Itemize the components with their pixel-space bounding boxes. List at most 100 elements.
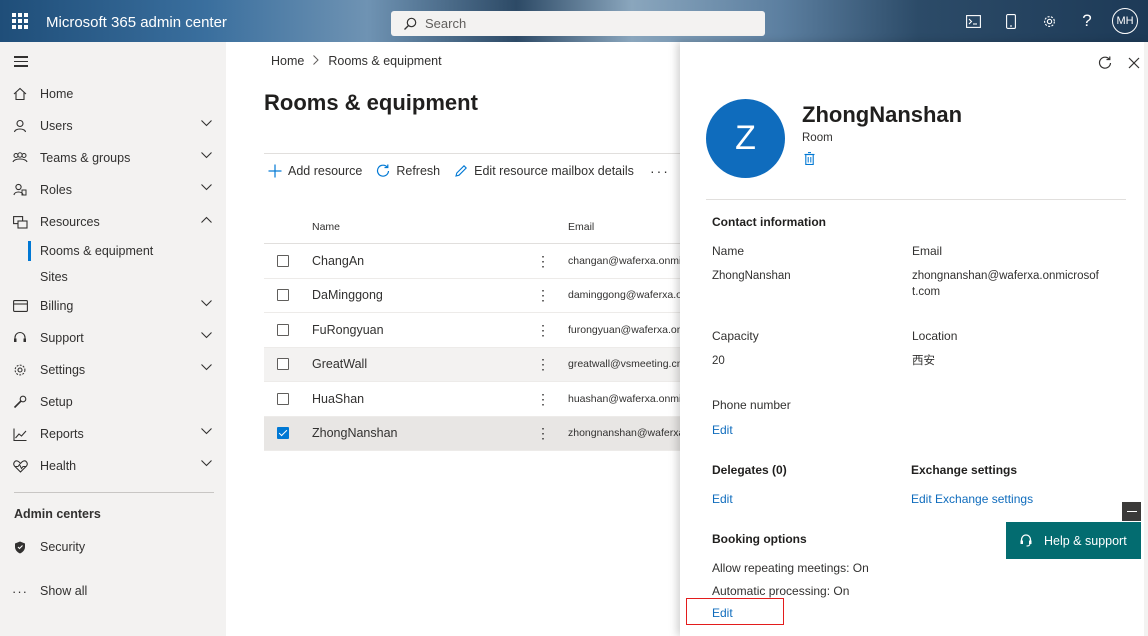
help-support-button[interactable]: Help & support — [1006, 522, 1141, 559]
table-row[interactable]: HuaShan ⋮ huashan@waferxa.onmicrosoft.com — [264, 382, 684, 417]
sidebar-item-label: Resources — [40, 215, 100, 229]
user-avatar[interactable]: MH — [1112, 8, 1138, 34]
sidebar-item-home[interactable]: Home — [0, 78, 226, 110]
sidebar-item-users[interactable]: Users — [0, 110, 226, 142]
section-divider — [706, 199, 1126, 200]
search-box[interactable] — [391, 11, 765, 36]
row-name[interactable]: ZhongNanshan — [312, 426, 397, 440]
edit-resource-button[interactable]: Edit resource mailbox details — [454, 164, 634, 178]
top-bar: Microsoft 365 admin center ? MH — [0, 0, 1148, 42]
add-resource-label: Add resource — [288, 164, 363, 178]
row-email: zhongnanshan@waferxa.onmicrosoft.com — [568, 427, 680, 440]
sidebar-item-settings[interactable]: Settings — [0, 354, 226, 386]
close-icon[interactable] — [1128, 57, 1140, 69]
sidebar-item-label: Teams & groups — [40, 151, 131, 165]
sidebar-item-resources[interactable]: Resources — [0, 206, 226, 238]
delegates-edit-link[interactable]: Edit — [712, 492, 733, 506]
search-input[interactable] — [425, 16, 725, 31]
trash-icon[interactable] — [804, 152, 815, 168]
row-name[interactable]: HuaShan — [312, 392, 364, 406]
row-more-icon[interactable]: ⋮ — [536, 323, 550, 337]
row-checkbox[interactable] — [277, 427, 289, 440]
mobile-icon[interactable] — [992, 0, 1030, 42]
sidebar-item-label: Health — [40, 459, 77, 473]
row-name[interactable]: ChangAn — [312, 254, 364, 268]
refresh-icon[interactable] — [1098, 56, 1112, 70]
gear-icon[interactable] — [1030, 0, 1068, 42]
row-checkbox[interactable] — [277, 254, 289, 267]
help-support-label: Help & support — [1044, 533, 1127, 548]
breadcrumb-home[interactable]: Home — [271, 54, 304, 68]
sidebar: Home Users Teams & groups Roles Resource… — [0, 42, 226, 636]
row-email: huashan@waferxa.onmicrosoft.com — [568, 392, 680, 405]
row-more-icon[interactable]: ⋮ — [536, 357, 550, 371]
table-row[interactable]: ZhongNanshan ⋮ zhongnanshan@waferxa.onmicr… — [264, 416, 684, 451]
sidebar-item-billing[interactable]: Billing — [0, 290, 226, 322]
more-options-button[interactable]: ··· — [650, 163, 670, 179]
capacity-label: Capacity — [712, 329, 759, 343]
sidebar-item-label: Users — [40, 119, 73, 133]
breadcrumb: Home Rooms & equipment — [271, 54, 442, 68]
column-header-email[interactable]: Email — [568, 221, 594, 233]
row-checkbox[interactable] — [277, 392, 289, 405]
capacity-value: 20 — [712, 355, 725, 367]
refresh-label: Refresh — [396, 164, 441, 178]
sidebar-item-rooms-equipment[interactable]: Rooms & equipment — [0, 238, 226, 264]
resource-avatar: Z — [706, 99, 785, 178]
row-checkbox[interactable] — [277, 289, 289, 302]
location-label: Location — [912, 329, 958, 343]
table-header: Name Email — [264, 210, 684, 244]
panel-scrollbar[interactable] — [1144, 42, 1148, 636]
sidebar-item-setup[interactable]: Setup — [0, 386, 226, 418]
sidebar-item-show-all[interactable]: ··· Show all — [0, 575, 226, 607]
help-icon[interactable]: ? — [1068, 0, 1106, 42]
row-more-icon[interactable]: ⋮ — [536, 426, 550, 440]
home-icon — [0, 87, 40, 101]
sidebar-item-support[interactable]: Support — [0, 322, 226, 354]
row-more-icon[interactable]: ⋮ — [536, 392, 550, 406]
row-more-icon[interactable]: ⋮ — [536, 288, 550, 302]
sidebar-item-sites[interactable]: Sites — [0, 264, 226, 290]
row-name[interactable]: GreatWall — [312, 357, 367, 371]
health-icon — [0, 459, 40, 473]
app-title[interactable]: Microsoft 365 admin center — [46, 14, 227, 31]
command-bar: Add resource Refresh Edit resource mailb… — [268, 163, 684, 179]
row-more-icon[interactable]: ⋮ — [536, 254, 550, 268]
add-resource-button[interactable]: Add resource — [268, 164, 362, 178]
row-name[interactable]: DaMinggong — [312, 288, 383, 302]
table-row[interactable]: DaMinggong ⋮ daminggong@waferxa.onmicrosof… — [264, 279, 684, 313]
sidebar-item-label: Security — [40, 540, 86, 554]
app-launcher-icon[interactable] — [12, 13, 28, 29]
billing-icon — [0, 300, 40, 312]
sidebar-item-reports[interactable]: Reports — [0, 418, 226, 450]
table-row[interactable]: ChangAn ⋮ changan@waferxa.onmicrosoft.com — [264, 244, 684, 279]
toolbar-divider — [264, 153, 684, 154]
edit-exchange-settings-link[interactable]: Edit Exchange settings — [911, 492, 1033, 506]
sidebar-item-label: Setup — [40, 395, 73, 409]
refresh-button[interactable]: Refresh — [376, 164, 440, 178]
row-checkbox[interactable] — [277, 323, 289, 336]
menu-icon[interactable] — [14, 56, 28, 70]
exchange-settings-heading: Exchange settings — [911, 463, 1018, 477]
sidebar-item-label: Home — [40, 87, 74, 101]
table-row[interactable]: FuRongyuan ⋮ furongyuan@waferxa.onmicrosof… — [264, 313, 684, 348]
minimize-help-button[interactable] — [1122, 502, 1141, 521]
page-title: Rooms & equipment — [264, 90, 478, 115]
resource-type: Room — [802, 132, 833, 144]
row-checkbox[interactable] — [277, 358, 289, 371]
row-name[interactable]: FuRongyuan — [312, 323, 384, 337]
chevron-down-icon — [201, 184, 212, 191]
phone-edit-link[interactable]: Edit — [712, 423, 733, 437]
delegates-heading: Delegates (0) — [712, 463, 787, 477]
column-header-name[interactable]: Name — [312, 221, 340, 233]
table-row[interactable]: GreatWall ⋮ greatwall@vsmeeting.cn — [264, 347, 684, 382]
sidebar-item-health[interactable]: Health — [0, 450, 226, 482]
sidebar-divider — [14, 492, 214, 493]
sidebar-item-roles[interactable]: Roles — [0, 174, 226, 206]
search-icon — [404, 17, 417, 30]
sidebar-item-teams[interactable]: Teams & groups — [0, 142, 226, 174]
sidebar-item-security[interactable]: Security — [0, 531, 226, 563]
sidebar-item-label: Reports — [40, 427, 84, 441]
terminal-icon[interactable] — [954, 0, 992, 42]
contact-info-heading: Contact information — [712, 215, 826, 229]
